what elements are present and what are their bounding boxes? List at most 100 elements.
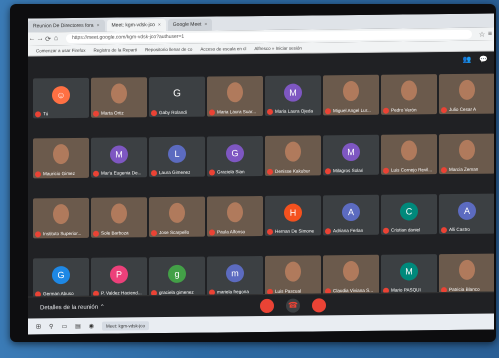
avatar: M xyxy=(110,145,128,164)
participant-tile[interactable]: m mariela fregona xyxy=(207,255,263,297)
mic-muted-icon xyxy=(209,229,215,236)
close-icon[interactable]: × xyxy=(97,20,100,32)
avatar: A xyxy=(342,202,360,221)
participant-tile[interactable]: g graciela gimenez xyxy=(149,256,205,298)
video-feed xyxy=(285,141,301,162)
participant-tile[interactable]: Claudia Viviana S... xyxy=(323,254,379,296)
bookmark-item[interactable]: Acceso de escala en cl xyxy=(200,46,246,51)
participant-tile[interactable]: G Gaby Rolandi xyxy=(149,76,205,118)
video-feed xyxy=(401,80,417,101)
participant-name: Alli Castro xyxy=(449,226,470,233)
mic-muted-icon xyxy=(267,168,273,175)
participant-tile[interactable]: C Cristian daniel xyxy=(381,194,437,235)
forward-icon[interactable]: → xyxy=(36,35,44,42)
firefox-icon[interactable]: ◉ xyxy=(89,322,94,329)
participants-icon[interactable]: 👥 xyxy=(463,56,472,64)
bookmark-star-icon[interactable]: ☆ xyxy=(478,30,486,38)
avatar: ☺ xyxy=(52,85,70,104)
close-icon[interactable]: × xyxy=(204,19,207,31)
participant-tile[interactable]: A Alli Castro xyxy=(439,193,494,235)
participant-tile[interactable]: Pedro Verón xyxy=(381,74,437,115)
close-icon[interactable]: × xyxy=(158,19,161,31)
participant-tile[interactable]: Miguel Angel Lur... xyxy=(323,74,379,116)
participant-tile[interactable]: M Maria Laura Ojeda xyxy=(265,75,321,116)
video-feed xyxy=(343,80,359,102)
participant-tile[interactable]: H Hernan De Simone xyxy=(265,195,321,236)
browser-tab[interactable]: Google Meet × xyxy=(167,18,213,31)
participant-initial: G xyxy=(173,88,181,100)
mic-muted-icon xyxy=(383,227,389,234)
avatar: G xyxy=(52,265,70,284)
participant-tile[interactable]: M Milagros Solari xyxy=(323,134,379,176)
home-icon[interactable]: ⌂ xyxy=(52,35,60,42)
menu-icon[interactable]: ≡ xyxy=(486,31,494,38)
mic-muted-icon xyxy=(325,228,331,235)
end-call-button[interactable]: ☎ xyxy=(286,298,300,313)
video-feed xyxy=(285,261,301,282)
camera-off-button[interactable] xyxy=(312,298,326,313)
participant-tile[interactable]: Jose Scarpello xyxy=(149,196,205,238)
participant-tile[interactable]: Maria Laura Suar... xyxy=(207,75,263,117)
participant-tile[interactable]: Luis Pascual xyxy=(265,255,321,296)
avatar: C xyxy=(400,202,418,221)
participant-tile[interactable]: Instituto Superior... xyxy=(33,197,89,239)
participant-tile[interactable]: Paula Alfonso xyxy=(207,195,263,237)
participant-tile[interactable]: Luis Cornejo Revil... xyxy=(381,134,437,175)
video-feed xyxy=(111,83,127,104)
mic-muted-icon xyxy=(93,230,99,237)
back-icon[interactable]: ← xyxy=(28,35,36,42)
participant-tile[interactable]: Marta Ortiz xyxy=(91,77,147,118)
bookmark-item[interactable]: Alfresco » Iniciar sesión xyxy=(254,45,302,50)
participant-tile[interactable]: A Adriana Ferlan xyxy=(323,194,379,236)
mic-muted-icon xyxy=(35,171,41,178)
participant-name: Denisse Kakubur xyxy=(275,168,310,174)
mic-muted-icon xyxy=(93,170,99,177)
start-icon[interactable]: ⊞ xyxy=(36,323,41,330)
participant-name: Maria Laura Ojeda xyxy=(275,108,314,114)
mic-off-button[interactable] xyxy=(260,298,274,314)
participant-tile[interactable]: L Laura Gimenez xyxy=(149,136,205,178)
video-feed xyxy=(227,202,243,223)
participant-name: Mar'a Eugenia De... xyxy=(101,170,142,176)
mic-muted-icon xyxy=(383,167,389,174)
participant-tile[interactable]: Sole Barboza xyxy=(91,197,147,238)
participant-name: Paula Alfonso xyxy=(217,229,246,235)
mic-muted-icon xyxy=(209,109,215,116)
avatar: M xyxy=(284,83,302,102)
video-feed xyxy=(111,203,127,224)
mic-muted-icon xyxy=(441,167,447,174)
video-feed xyxy=(227,82,243,103)
video-feed xyxy=(459,79,475,100)
mic-muted-icon xyxy=(151,110,157,117)
taskbar-app-meet[interactable]: Meet: kgm-vdsk-jco xyxy=(102,320,150,331)
participant-tile[interactable]: ☺ Tú xyxy=(33,77,89,119)
bookmark-item[interactable]: Repositorio llenar de co xyxy=(145,46,192,51)
avatar: g xyxy=(168,264,186,283)
mic-muted-icon xyxy=(441,227,447,234)
search-icon[interactable]: ⚲ xyxy=(49,323,53,330)
meeting-details-button[interactable]: Detalles de la reunión ⌃ xyxy=(40,304,105,312)
avatar: m xyxy=(226,263,244,283)
bookmark-item[interactable]: Comenzar a usar Firefox xyxy=(36,47,86,53)
participant-tile[interactable]: M Mario PASQUI xyxy=(381,254,437,295)
participant-tile[interactable]: P P. Valdez Haciend... xyxy=(91,257,147,298)
participant-tile[interactable]: Mauricio Gimez xyxy=(33,137,89,179)
reload-icon[interactable]: ⟳ xyxy=(44,35,52,43)
participant-tile[interactable]: M Mar'a Eugenia De... xyxy=(91,137,147,178)
browser-tab[interactable]: Reunion De Directores fora × xyxy=(28,19,105,33)
chat-icon[interactable]: 💬 xyxy=(479,56,488,64)
participant-tile[interactable]: Julio Cesar A xyxy=(439,73,494,115)
participant-tile[interactable]: G Graciela Sian xyxy=(207,135,263,177)
folder-icon[interactable]: ▤ xyxy=(75,322,81,329)
participant-tile[interactable]: Marcia Zeman xyxy=(439,133,494,175)
mic-muted-icon xyxy=(35,111,41,118)
task-view-icon[interactable]: ▭ xyxy=(61,323,67,330)
participant-tile[interactable]: G German Abuso xyxy=(33,257,89,299)
bookmark-item[interactable]: Registro de la Reparti xyxy=(94,47,138,52)
browser-tab-active[interactable]: Meet: kgm-vdsk-jco × xyxy=(106,18,166,32)
participant-tile[interactable]: Denisse Kakubur xyxy=(265,135,321,176)
video-feed xyxy=(169,202,185,223)
participant-tile[interactable]: Patricia Blanco xyxy=(439,253,494,295)
meet-top-icons: 👥 💬 xyxy=(463,56,488,64)
video-feed xyxy=(53,144,69,165)
